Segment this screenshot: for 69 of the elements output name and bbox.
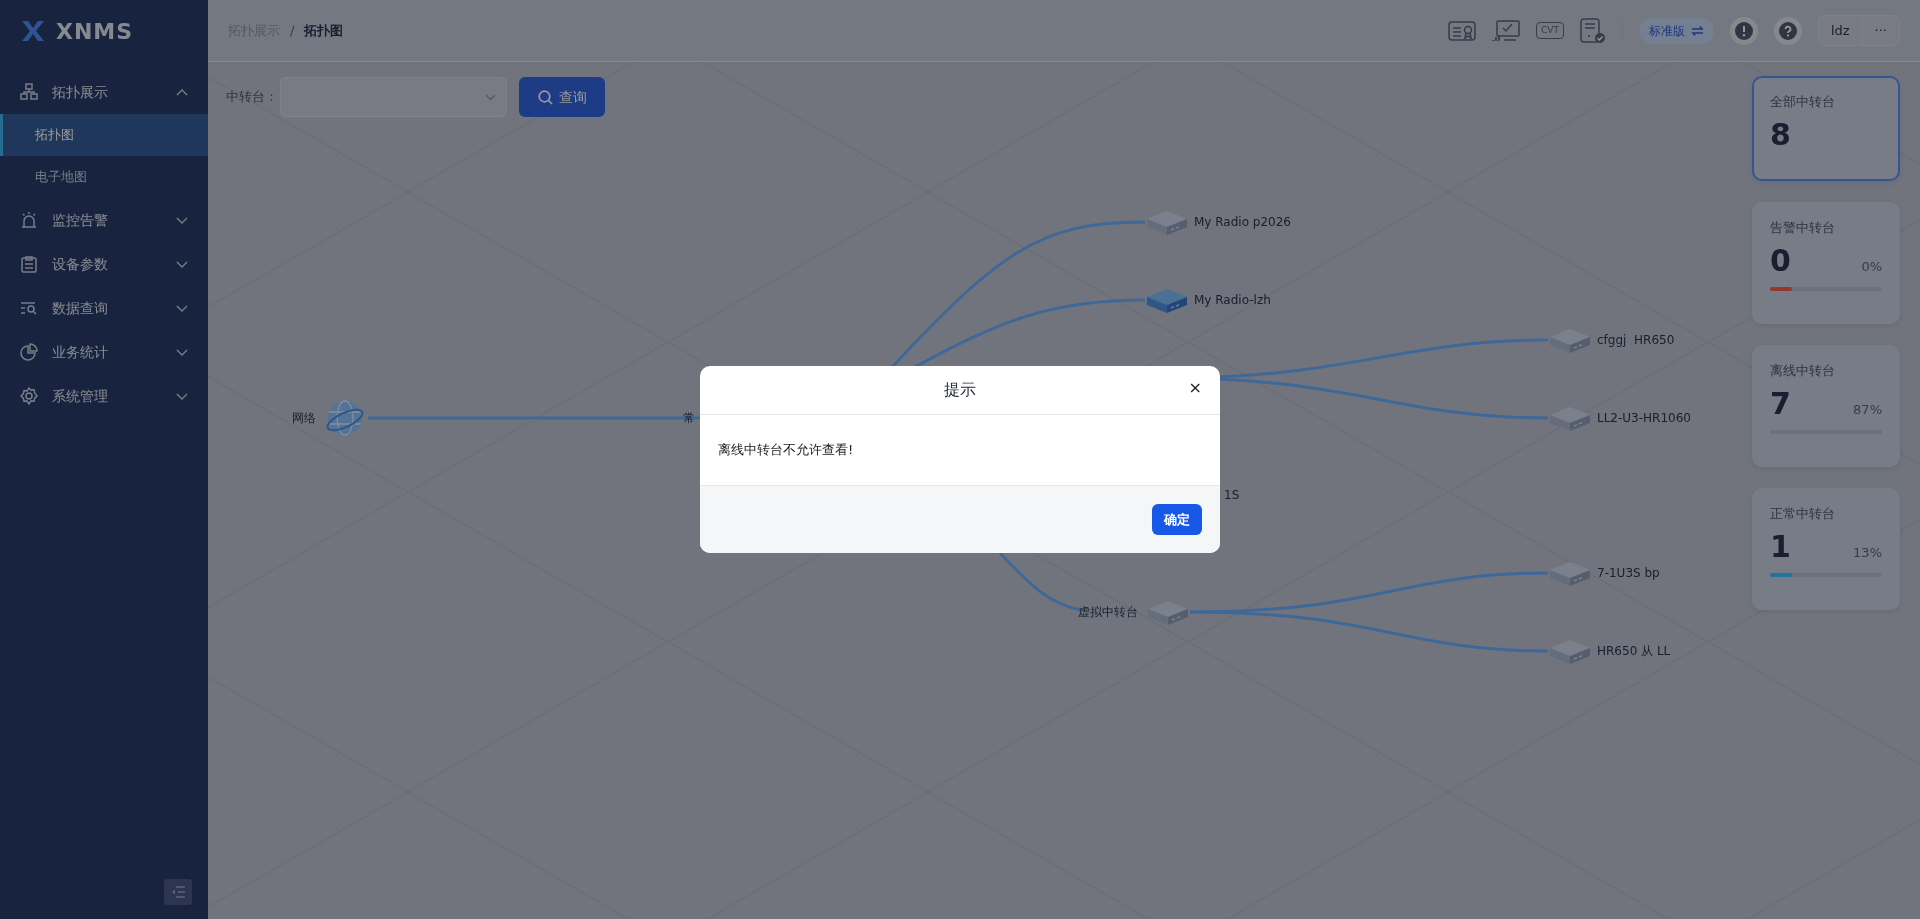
- stat-card[interactable]: 离线中转台 7 87%: [1752, 345, 1900, 467]
- sidebar-item[interactable]: 数据查询: [0, 286, 208, 330]
- collapse-sidebar-button[interactable]: [164, 879, 192, 905]
- close-button[interactable]: ×: [1184, 378, 1206, 398]
- dialog-message: 离线中转台不允许查看!: [718, 441, 854, 460]
- stat-card[interactable]: 正常中转台 1 13%: [1752, 488, 1900, 610]
- more-button[interactable]: ···: [1861, 15, 1899, 46]
- app-logo-text: XNMS: [56, 17, 134, 46]
- topology-icon: [20, 83, 38, 101]
- collapse-icon: [171, 886, 185, 898]
- monitor-check-button[interactable]: [1491, 19, 1520, 42]
- node-label: 常: [683, 410, 695, 427]
- pie-chart-icon: [20, 343, 38, 361]
- chevron-down-icon: [485, 93, 496, 101]
- monitor-check-icon: [1491, 19, 1520, 42]
- stat-title: 正常中转台: [1770, 505, 1836, 523]
- node-label: HR650 从 LL: [1597, 643, 1671, 660]
- globe-icon: [325, 398, 365, 438]
- stat-title: 告警中转台: [1770, 219, 1836, 237]
- node-label: LL2-U3-HR1060: [1597, 410, 1691, 427]
- search-list-icon: [20, 299, 38, 317]
- alarm-light-icon: [20, 211, 38, 229]
- sidebar-item[interactable]: 业务统计: [0, 330, 208, 374]
- node-label: 7-1U3S bp: [1597, 565, 1660, 582]
- logo-icon: [20, 19, 46, 43]
- stat-title: 全部中转台: [1770, 93, 1836, 111]
- alert-icon: [1734, 21, 1753, 40]
- sidebar-item[interactable]: 设备参数: [0, 242, 208, 286]
- field-label: 中转台：: [226, 88, 278, 107]
- document-check-button[interactable]: [1579, 17, 1606, 44]
- stat-title: 离线中转台: [1770, 362, 1836, 380]
- settings-icon: [20, 387, 38, 405]
- dialog-title: 提示: [944, 379, 976, 401]
- node-label: cfggj HR650: [1597, 332, 1675, 349]
- stat-card[interactable]: 全部中转台 8: [1752, 76, 1900, 181]
- stat-percent: 13%: [1853, 543, 1882, 562]
- swap-icon: [1690, 24, 1704, 37]
- stat-count: 1: [1770, 529, 1791, 563]
- breadcrumb-separator: /: [290, 21, 295, 40]
- node-label: 网络: [292, 410, 316, 427]
- node-label: My Radio p2026: [1194, 214, 1291, 231]
- edition-switch-button[interactable]: 标准版: [1638, 17, 1714, 44]
- sidebar-item[interactable]: 拓扑展示: [0, 70, 208, 114]
- certificate-icon: [1447, 19, 1476, 42]
- node-label: My Radio-lzh: [1194, 292, 1271, 309]
- node-label: 1S: [1224, 487, 1240, 504]
- clipboard-icon: [20, 255, 38, 273]
- document-check-icon: [1579, 17, 1606, 44]
- query-button[interactable]: 查询: [519, 77, 605, 117]
- cvt-button[interactable]: CVT: [1535, 22, 1564, 39]
- stat-count: 0: [1770, 243, 1791, 277]
- stat-count: 8: [1770, 117, 1791, 151]
- sidebar-subitem[interactable]: 电子地图: [0, 156, 208, 198]
- help-icon: [1778, 21, 1797, 40]
- confirm-button[interactable]: 确定: [1152, 503, 1202, 536]
- search-icon: [537, 89, 553, 105]
- stat-count: 7: [1770, 386, 1791, 420]
- stat-percent: 0%: [1861, 257, 1882, 276]
- sidebar-item[interactable]: 监控告警: [0, 198, 208, 242]
- breadcrumb-item: 拓扑图: [304, 21, 344, 40]
- user-button[interactable]: ldz: [1818, 15, 1862, 46]
- alert-button[interactable]: [1729, 16, 1758, 45]
- help-button[interactable]: [1773, 16, 1802, 45]
- sidebar-item[interactable]: 系统管理: [0, 374, 208, 418]
- sidebar-subitem[interactable]: 拓扑图: [0, 114, 208, 156]
- stat-percent: 87%: [1853, 400, 1882, 419]
- node-label: 虚拟中转台: [1078, 604, 1138, 621]
- certificate-button[interactable]: [1447, 19, 1476, 42]
- stat-card[interactable]: 告警中转台 0 0%: [1752, 202, 1900, 324]
